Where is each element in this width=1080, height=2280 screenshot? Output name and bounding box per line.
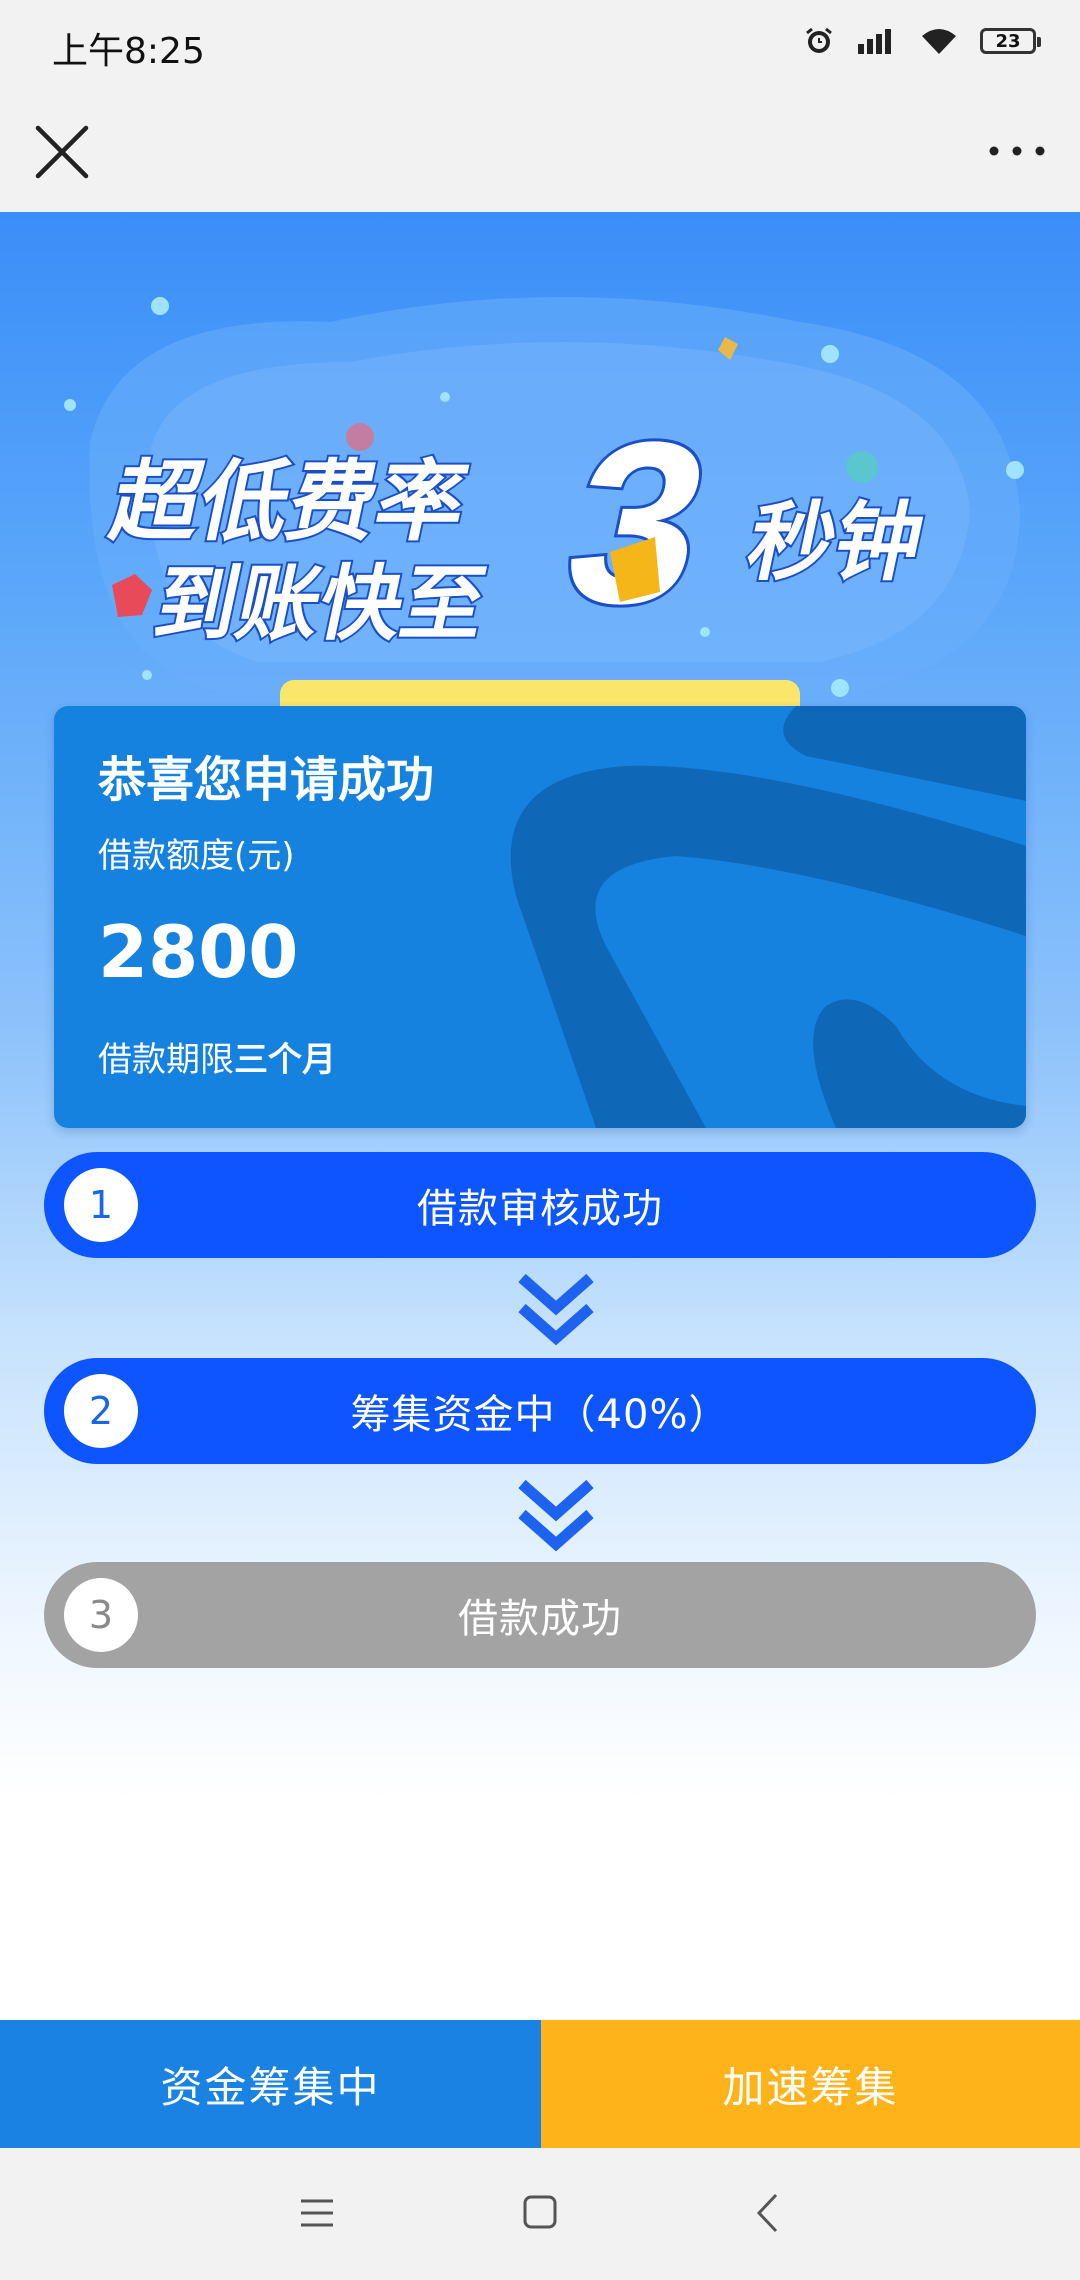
- loan-term: 借款期限三个月: [98, 1032, 336, 1081]
- step-number: 2: [64, 1374, 138, 1448]
- menu-icon[interactable]: [298, 2196, 336, 2230]
- banner-line3: 秒钟: [739, 495, 931, 591]
- more-options-icon[interactable]: [982, 126, 1052, 176]
- battery-level: 23: [995, 30, 1021, 52]
- loan-term-value: 三个月: [234, 1040, 336, 1080]
- close-icon[interactable]: [30, 120, 94, 184]
- back-icon[interactable]: [754, 2192, 780, 2234]
- system-nav-bar: [0, 2148, 1080, 2280]
- step-fundraising: 2 筹集资金中（40%）: [44, 1358, 1036, 1464]
- loan-success-card: 恭喜您申请成功 借款额度(元) 2800 借款期限三个月: [54, 706, 1026, 1128]
- step-label: 筹集资金中（40%）: [350, 1392, 730, 1438]
- loan-amount-value: 2800: [98, 910, 299, 994]
- banner-line2: 到账快至: [147, 558, 494, 650]
- status-icons: 23: [804, 26, 1041, 56]
- card-decoration: [510, 706, 1026, 1128]
- card-title: 恭喜您申请成功: [98, 752, 435, 808]
- step-label: 借款成功: [458, 1596, 622, 1642]
- step-number: 3: [64, 1578, 138, 1652]
- battery-icon: 23: [980, 28, 1041, 54]
- loan-amount-label: 借款额度(元): [98, 836, 295, 876]
- promo-banner: 超低费率 到账快至 3 秒钟: [64, 297, 1024, 730]
- bottom-action-bar: 资金筹集中 加速筹集: [0, 2020, 1080, 2148]
- loan-term-label: 借款期限: [98, 1040, 234, 1080]
- main-content: 超低费率 到账快至 3 秒钟 恭喜您申请成功 借款额度(元) 2800 借款期限…: [0, 212, 1080, 2020]
- banner-line1: 超低费率: [103, 452, 476, 551]
- chevron-down-icon: [518, 1273, 594, 1346]
- signal-icon: [858, 29, 891, 54]
- step-number: 1: [64, 1168, 138, 1242]
- top-bar: [0, 90, 1080, 212]
- step-label: 借款审核成功: [417, 1186, 663, 1232]
- status-bar: 上午8:25 23: [0, 0, 1080, 90]
- wifi-icon: [922, 29, 956, 54]
- chevron-down-icon: [518, 1479, 594, 1552]
- status-time: 上午8:25: [52, 31, 205, 72]
- step-review-success: 1 借款审核成功: [44, 1152, 1036, 1258]
- alarm-icon: [806, 27, 832, 53]
- fundraising-status-button[interactable]: 资金筹集中: [0, 2020, 541, 2148]
- accelerate-fundraising-button[interactable]: 加速筹集: [541, 2020, 1080, 2148]
- home-icon[interactable]: [522, 2194, 558, 2230]
- step-loan-success: 3 借款成功: [44, 1562, 1036, 1668]
